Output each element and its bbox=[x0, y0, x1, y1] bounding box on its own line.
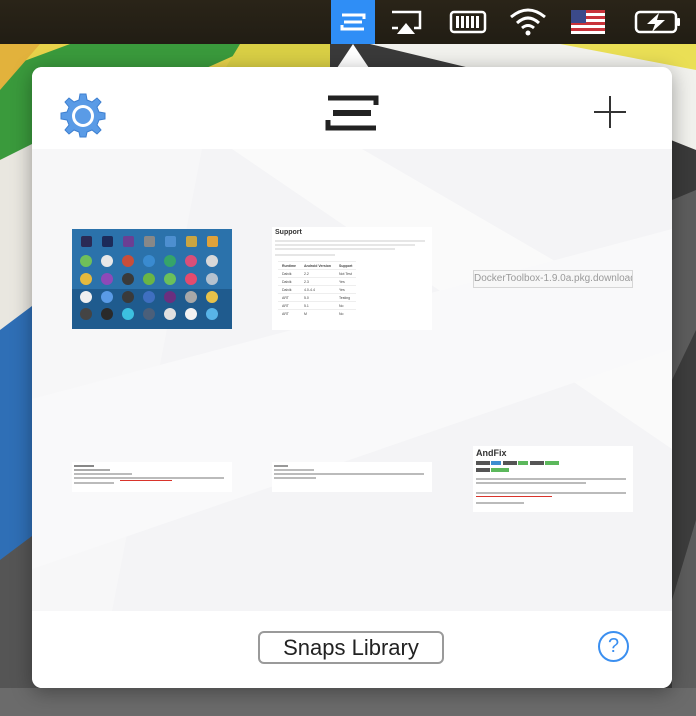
plus-icon[interactable] bbox=[592, 94, 628, 130]
battery-charging-icon bbox=[634, 10, 680, 34]
table-header: Android Version bbox=[300, 261, 336, 270]
snap-thumbnail-file[interactable]: DockerToolbox-1.9.0a.pkg.download bbox=[473, 270, 633, 288]
table-cell: Testing bbox=[335, 293, 357, 302]
table-cell: 5.0 bbox=[300, 293, 336, 302]
table-cell: ART bbox=[278, 309, 300, 317]
snaps-logo-icon bbox=[325, 95, 379, 131]
snaps-grid: Support Runtime Android Version Support … bbox=[32, 149, 672, 611]
table-cell: Not Test bbox=[335, 269, 357, 278]
menu-bar bbox=[0, 0, 696, 44]
table-cell: 2.2 bbox=[300, 269, 336, 278]
snap-thumbnail-screenshot[interactable] bbox=[72, 229, 232, 329]
snap-doc-title: AndFix bbox=[476, 448, 507, 458]
snap-doc-table: Runtime Android Version Support Dalvik 2.… bbox=[278, 261, 357, 317]
snap-thumbnail-support-doc[interactable]: Support Runtime Android Version Support … bbox=[272, 227, 432, 330]
table-cell: ART bbox=[278, 301, 300, 310]
battery-button[interactable] bbox=[630, 0, 686, 44]
launchpad-preview-image bbox=[72, 229, 232, 329]
snaps-popover: Support Runtime Android Version Support … bbox=[32, 67, 672, 688]
snap-file-name: DockerToolbox-1.9.0a.pkg.download bbox=[473, 270, 633, 288]
table-header: Runtime bbox=[278, 261, 300, 270]
airplay-button[interactable] bbox=[384, 0, 428, 44]
gear-icon[interactable] bbox=[60, 92, 106, 138]
input-source-button[interactable] bbox=[566, 0, 610, 44]
table-cell: 4.0-4.4 bbox=[300, 285, 336, 294]
wifi-icon bbox=[510, 8, 546, 36]
snap-doc-title: Support bbox=[275, 229, 302, 236]
table-cell: 2.3 bbox=[300, 277, 336, 286]
snaps-menubar-button[interactable] bbox=[331, 0, 375, 44]
grid-background bbox=[32, 149, 672, 611]
memory-icon bbox=[449, 10, 487, 34]
table-cell: 5.1 bbox=[300, 301, 336, 310]
memory-button[interactable] bbox=[446, 0, 490, 44]
snap-thumbnail-note-1[interactable] bbox=[72, 462, 232, 492]
snap-thumbnail-andfix-doc[interactable]: AndFix bbox=[473, 446, 633, 512]
snap-thumbnail-note-2[interactable] bbox=[272, 462, 432, 492]
table-cell: Yes bbox=[335, 285, 357, 294]
help-button[interactable]: ? bbox=[598, 631, 629, 662]
table-cell: No bbox=[335, 301, 357, 310]
table-cell: Dalvik bbox=[278, 285, 300, 294]
table-cell: No bbox=[335, 309, 357, 317]
table-cell: Dalvik bbox=[278, 269, 300, 278]
table-header: Support bbox=[335, 261, 357, 270]
popover-footer: Snaps Library ? bbox=[32, 611, 672, 688]
table-cell: Yes bbox=[335, 277, 357, 286]
snaps-library-button[interactable]: Snaps Library bbox=[258, 631, 444, 664]
popover-header bbox=[32, 67, 672, 149]
us-flag-icon bbox=[571, 10, 605, 34]
table-cell: M bbox=[300, 309, 336, 317]
popover-pointer bbox=[337, 44, 369, 68]
table-cell: ART bbox=[278, 293, 300, 302]
airplay-icon bbox=[392, 10, 422, 34]
wifi-button[interactable] bbox=[504, 0, 552, 44]
snaps-icon bbox=[340, 13, 366, 31]
table-cell: Dalvik bbox=[278, 277, 300, 286]
